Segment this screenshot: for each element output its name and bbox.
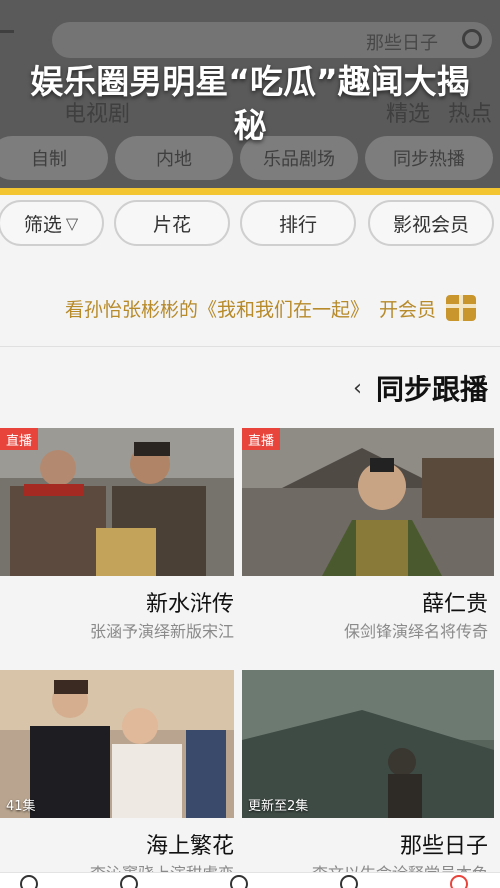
live-badge: 直播 bbox=[242, 428, 281, 450]
bottom-nav bbox=[0, 872, 500, 888]
episode-count: 更新至2集 bbox=[248, 799, 309, 814]
vip-chip[interactable]: 影视会员 bbox=[368, 200, 494, 246]
nav-icon[interactable] bbox=[340, 875, 358, 888]
nav-icon[interactable] bbox=[20, 875, 38, 888]
drama-still-image bbox=[242, 428, 494, 576]
trailer-chip[interactable]: 片花 bbox=[114, 200, 230, 246]
video-title: 新水浒传 bbox=[145, 592, 234, 617]
nav-icon[interactable] bbox=[230, 875, 248, 888]
video-card[interactable]: 41集 海上繁花 李沁窦骁上演甜虐恋 bbox=[0, 670, 234, 883]
chevron-icon: ‹ bbox=[353, 375, 362, 401]
search-bar[interactable]: 那些日子 bbox=[52, 22, 492, 58]
vip-promo[interactable]: 看孙怡张彬彬的《我和我们在一起》 开会员 bbox=[0, 280, 500, 336]
section-header[interactable]: ‹ 同步跟播 bbox=[0, 366, 500, 410]
add-icon bbox=[0, 30, 14, 33]
video-title: 那些日子 bbox=[399, 834, 488, 859]
video-title: 薛仁贵 bbox=[421, 592, 488, 617]
video-title: 海上繁花 bbox=[145, 834, 234, 859]
video-subtitle: 张涵予演绎新版宋江 bbox=[89, 622, 234, 641]
video-card[interactable]: 更新至2集 那些日子 李文以生命诠释党员本色 bbox=[242, 670, 494, 883]
funnel-icon: ▽ bbox=[65, 213, 79, 233]
video-thumbnail[interactable]: 更新至2集 bbox=[242, 670, 494, 818]
rank-chip[interactable]: 排行 bbox=[240, 200, 356, 246]
video-thumbnail[interactable]: 直播 bbox=[242, 428, 494, 576]
video-card[interactable]: 直播 薛仁贵 保剑锋演绎名将传奇 bbox=[242, 428, 494, 658]
accent-divider bbox=[0, 188, 500, 195]
filter-chips: 影视会员 排行 片花 筛选 ▽ bbox=[0, 200, 500, 248]
section-title: 同步跟播 bbox=[375, 373, 488, 406]
drama-still-image bbox=[0, 428, 234, 576]
section-divider bbox=[0, 346, 500, 347]
filter-chip[interactable]: 筛选 ▽ bbox=[0, 200, 104, 246]
promo-cta[interactable]: 开会员 bbox=[379, 295, 436, 322]
filter-label: 筛选 bbox=[23, 213, 62, 236]
video-thumbnail[interactable]: 直播 bbox=[0, 428, 234, 576]
episode-count: 41集 bbox=[6, 799, 36, 814]
video-thumbnail[interactable]: 41集 bbox=[0, 670, 234, 818]
gift-icon bbox=[446, 295, 476, 321]
video-subtitle: 保剑锋演绎名将传奇 bbox=[343, 622, 488, 641]
live-badge: 直播 bbox=[0, 428, 39, 450]
search-placeholder: 那些日子 bbox=[366, 33, 438, 54]
top-banner: 那些日子 热点 精选 电视剧 同步热播 乐品剧场 内地 自制 娱乐圈男明星“吃瓜… bbox=[0, 0, 500, 190]
headline-overlay: 娱乐圈男明星“吃瓜”趣闻大揭秘 bbox=[30, 62, 470, 145]
nav-icon[interactable] bbox=[120, 875, 138, 888]
search-icon bbox=[462, 29, 482, 49]
promo-text: 看孙怡张彬彬的《我和我们在一起》 bbox=[64, 298, 369, 321]
video-card[interactable]: 直播 新水浒传 张涵予演绎新版宋江 bbox=[0, 428, 234, 658]
nav-icon[interactable] bbox=[450, 875, 468, 888]
